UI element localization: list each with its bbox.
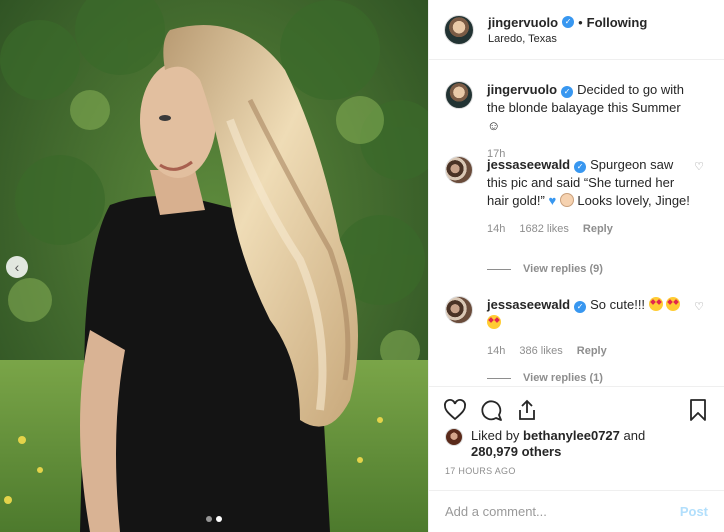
post-photo[interactable]: ‹ bbox=[0, 0, 428, 532]
comment-likes[interactable]: 386 likes bbox=[519, 342, 562, 360]
comment-like-heart-icon[interactable]: ♡ bbox=[694, 300, 704, 313]
likes-count[interactable]: 280,979 others bbox=[471, 444, 561, 459]
post-timestamp[interactable]: 17 HOURS AGO bbox=[445, 466, 516, 476]
author-username[interactable]: jingervuolo bbox=[488, 15, 558, 30]
verified-icon: ✓ bbox=[574, 301, 587, 313]
replies-divider-line bbox=[487, 377, 511, 379]
likes-prefix: Liked by bbox=[471, 428, 520, 443]
post-button[interactable]: Post bbox=[680, 504, 708, 519]
carousel-dot-active bbox=[216, 516, 222, 522]
share-icon[interactable] bbox=[515, 398, 539, 422]
caption: jingervuolo ✓ Decided to go with the blond… bbox=[429, 81, 724, 163]
comment-input[interactable]: Add a comment... bbox=[445, 504, 547, 519]
comment-time[interactable]: 14h bbox=[487, 342, 505, 360]
chevron-left-icon: ‹ bbox=[14, 259, 20, 275]
comment-item: jessaseewald ✓ Spurgeon saw this pic and s… bbox=[429, 156, 724, 238]
heart-eyes-emoji bbox=[666, 297, 681, 311]
header-separator: • bbox=[578, 14, 583, 30]
add-comment-bar: Add a comment... Post bbox=[429, 490, 724, 532]
commenter-avatar[interactable] bbox=[445, 296, 473, 324]
view-replies-label: View replies (9) bbox=[523, 263, 603, 275]
comment-likes[interactable]: 1682 likes bbox=[519, 220, 569, 238]
comment-text: So cute!!! bbox=[590, 297, 646, 312]
comment-text-tail: Looks lovely, Jinge! bbox=[577, 193, 690, 208]
bookmark-icon[interactable] bbox=[686, 398, 710, 422]
heart-eyes-emoji bbox=[487, 315, 501, 329]
view-replies-button[interactable]: View replies (1) bbox=[487, 372, 603, 384]
liker-avatar[interactable] bbox=[445, 428, 463, 446]
comment-username[interactable]: jessaseewald bbox=[487, 157, 570, 172]
verified-icon: ✓ bbox=[562, 16, 575, 28]
reply-button[interactable]: Reply bbox=[577, 342, 607, 360]
comment-like-heart-icon[interactable]: ♡ bbox=[694, 160, 704, 173]
carousel-dot bbox=[206, 516, 212, 522]
comment-icon[interactable] bbox=[479, 398, 503, 422]
comment-username[interactable]: jessaseewald bbox=[487, 297, 570, 312]
caption-avatar[interactable] bbox=[445, 81, 473, 109]
baby-emoji bbox=[559, 193, 574, 207]
carousel-prev-button[interactable]: ‹ bbox=[6, 256, 28, 278]
verified-icon: ✓ bbox=[561, 86, 574, 98]
reply-button[interactable]: Reply bbox=[583, 220, 613, 238]
comment-time[interactable]: 14h bbox=[487, 220, 505, 238]
liker-username[interactable]: bethanylee0727 bbox=[523, 428, 620, 443]
post-details-panel: jingervuolo ✓ • Following Laredo, Texas … bbox=[428, 0, 724, 532]
heart-eyes-emoji bbox=[648, 297, 663, 311]
likes-and: and bbox=[623, 428, 646, 443]
comments-list[interactable]: jingervuolo ✓ Decided to go with the blond… bbox=[429, 61, 724, 386]
post-header: jingervuolo ✓ • Following Laredo, Texas bbox=[429, 0, 724, 60]
heart-icon[interactable] bbox=[443, 398, 467, 422]
carousel-dots bbox=[0, 516, 428, 522]
caption-username[interactable]: jingervuolo bbox=[487, 82, 557, 97]
photo-image bbox=[0, 0, 428, 532]
view-replies-label: View replies (1) bbox=[523, 372, 603, 384]
following-button[interactable]: Following bbox=[587, 15, 648, 30]
replies-divider-line bbox=[487, 268, 511, 270]
view-replies-button[interactable]: View replies (9) bbox=[487, 263, 603, 275]
author-avatar[interactable] bbox=[444, 14, 474, 45]
post-location[interactable]: Laredo, Texas bbox=[488, 33, 647, 45]
comment-item: jessaseewald ✓ So cute!!! 14h 386 likes Re… bbox=[429, 296, 724, 360]
likes-summary: Liked by bethanylee0727 and 280,979 othe… bbox=[445, 428, 671, 460]
action-bar bbox=[429, 386, 724, 432]
verified-icon: ✓ bbox=[574, 161, 587, 173]
blue-heart-emoji: ♥ bbox=[548, 193, 557, 208]
commenter-avatar[interactable] bbox=[445, 156, 473, 184]
